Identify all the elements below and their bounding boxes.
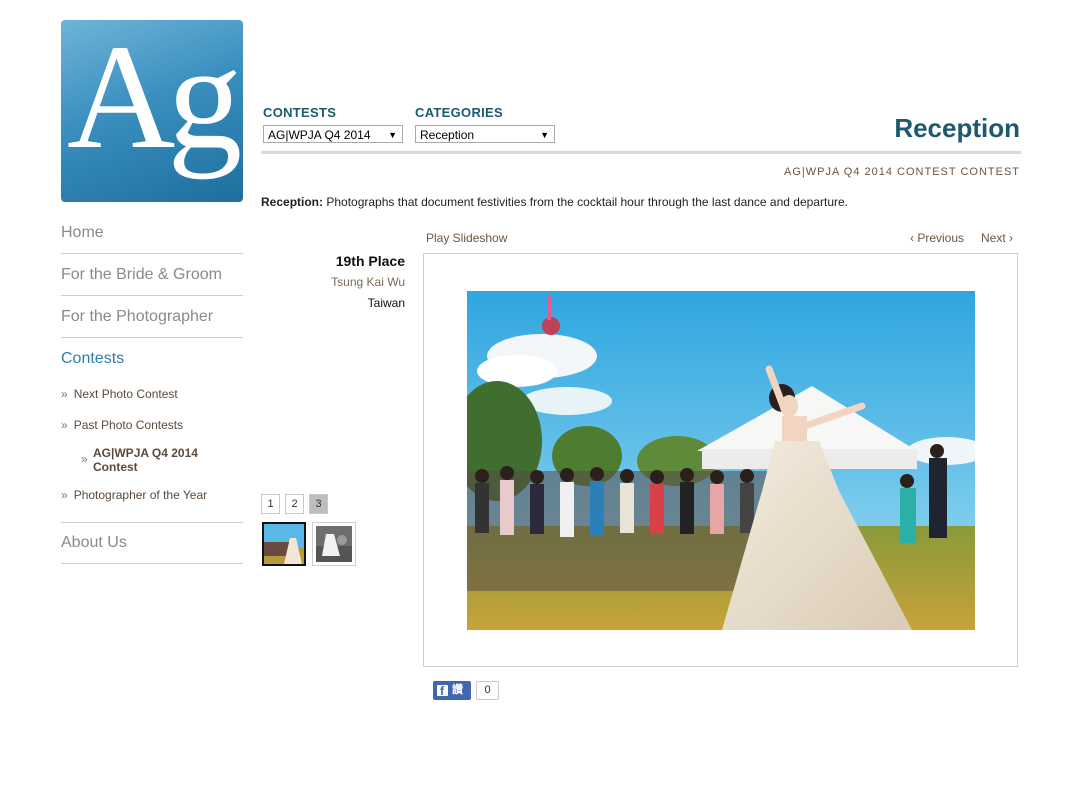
contests-label: CONTESTS xyxy=(263,105,337,120)
contests-select-value: AG|WPJA Q4 2014 xyxy=(268,128,371,142)
chevron-icon: » xyxy=(61,418,68,432)
chevron-icon: » xyxy=(61,387,68,401)
nav-home[interactable]: Home xyxy=(61,224,243,254)
thumbnail-1[interactable] xyxy=(262,522,306,566)
facebook-like-label: 讚 xyxy=(452,684,463,696)
nav-photographer[interactable]: For the Photographer xyxy=(61,308,243,338)
entry-place: 19th Place xyxy=(335,253,405,269)
contest-photo[interactable] xyxy=(467,291,975,630)
chevron-icon: » xyxy=(61,488,68,502)
chevron-icon: » xyxy=(81,452,88,466)
facebook-like-count: 0 xyxy=(476,681,499,700)
thumbnail-image xyxy=(316,526,352,562)
nav-current-contest-label: AG|WPJA Q4 2014 Contest xyxy=(93,446,198,474)
entry-country: Taiwan xyxy=(367,296,405,310)
nav-poty-label: Photographer of the Year xyxy=(73,488,208,502)
logo-text: Ag xyxy=(67,20,242,180)
facebook-icon: f xyxy=(437,684,448,698)
nav-divider xyxy=(61,522,243,523)
site-logo[interactable]: Ag xyxy=(61,20,243,202)
thumbnail-image xyxy=(264,524,304,564)
page-3-button[interactable]: 3 xyxy=(309,494,328,514)
play-slideshow-link[interactable]: Play Slideshow xyxy=(426,231,507,245)
nav-bride-groom[interactable]: For the Bride & Groom xyxy=(61,266,243,296)
previous-link[interactable]: ‹ Previous xyxy=(910,231,964,245)
contest-name: AG|WPJA Q4 2014 CONTEST CONTEST xyxy=(784,166,1020,178)
nav-photographer-of-the-year[interactable]: » Photographer of the Year xyxy=(61,488,207,502)
dropdown-arrow-icon: ▼ xyxy=(388,130,397,140)
contests-select[interactable]: AG|WPJA Q4 2014 ▼ xyxy=(263,125,403,143)
facebook-like-button[interactable]: f 讚 xyxy=(433,681,471,700)
header-divider xyxy=(261,151,1021,154)
nav-past-photo-contests-label: Past Photo Contests xyxy=(73,418,184,432)
bouquet-toss-photo xyxy=(467,291,975,630)
category-description: Reception: Photographs that document fes… xyxy=(261,195,848,209)
entry-photographer[interactable]: Tsung Kai Wu xyxy=(331,275,405,289)
nav-current-contest[interactable]: » AG|WPJA Q4 2014 Contest xyxy=(81,446,211,474)
nav-about-us[interactable]: About Us xyxy=(61,534,243,564)
nav-contests[interactable]: Contests xyxy=(61,350,243,379)
categories-label: CATEGORIES xyxy=(415,105,503,120)
page-2-button[interactable]: 2 xyxy=(285,494,304,514)
dropdown-arrow-icon: ▼ xyxy=(540,130,549,140)
thumbnail-2[interactable] xyxy=(312,522,356,566)
nav-next-photo-contest[interactable]: » Next Photo Contest xyxy=(61,387,178,401)
category-text: Photographs that document festivities fr… xyxy=(323,195,848,209)
next-link[interactable]: Next › xyxy=(981,231,1013,245)
nav-next-photo-contest-label: Next Photo Contest xyxy=(73,387,178,401)
page-title: Reception xyxy=(894,113,1020,143)
nav-past-photo-contests[interactable]: » Past Photo Contests xyxy=(61,418,183,432)
categories-select-value: Reception xyxy=(420,128,475,142)
categories-select[interactable]: Reception ▼ xyxy=(415,125,555,143)
category-term: Reception: xyxy=(261,195,324,209)
page-1-button[interactable]: 1 xyxy=(261,494,280,514)
